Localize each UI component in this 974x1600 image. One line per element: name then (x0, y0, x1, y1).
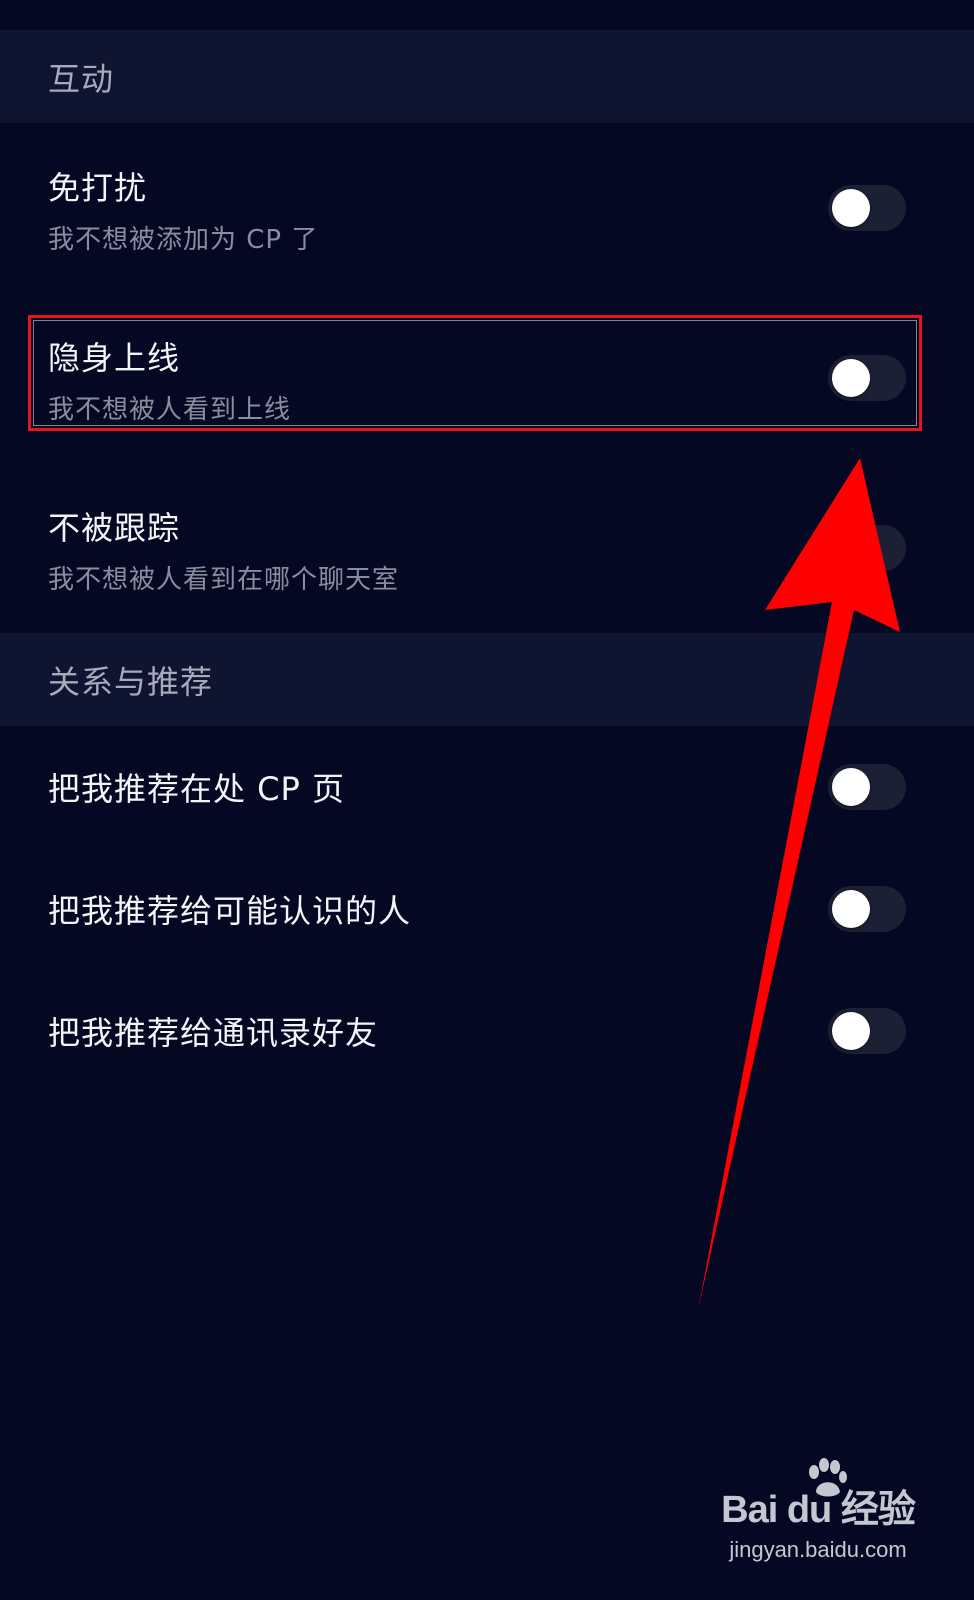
section-header-label: 互动 (48, 59, 115, 98)
no-tracking-toggle[interactable] (828, 525, 906, 571)
setting-subtitle: 我不想被添加为 CP 了 (48, 225, 319, 255)
invisible-online-toggle[interactable] (828, 355, 906, 401)
recommend-known-people-toggle[interactable] (828, 886, 906, 932)
watermark-logo: Bai du 经验 (721, 1489, 916, 1531)
recommend-cp-page-toggle[interactable] (828, 764, 906, 810)
toggle-knob (832, 359, 870, 397)
toggle-knob (832, 1012, 870, 1050)
setting-title: 隐身上线 (48, 339, 181, 377)
setting-title: 把我推荐给可能认识的人 (48, 892, 412, 930)
toggle-knob (832, 890, 870, 928)
do-not-disturb-toggle[interactable] (828, 185, 906, 231)
top-spacer (0, 0, 974, 30)
setting-title: 把我推荐给通讯录好友 (48, 1014, 379, 1052)
settings-page: 互动 免打扰 我不想被添加为 CP 了 隐身上线 我不想被人看到上线 不被跟踪 … (0, 0, 974, 1600)
toggle-knob (832, 189, 870, 227)
setting-row-no-tracking: 不被跟踪 我不想被人看到在哪个聊天室 (0, 463, 974, 633)
setting-subtitle: 我不想被人看到上线 (48, 395, 292, 425)
section-header-interaction: 互动 (0, 30, 974, 123)
setting-title: 免打扰 (48, 169, 148, 207)
toggle-knob (832, 768, 870, 806)
setting-row-recommend-contacts: 把我推荐给通讯录好友 (0, 970, 974, 1092)
setting-row-do-not-disturb: 免打扰 我不想被添加为 CP 了 (0, 123, 974, 293)
setting-subtitle: 我不想被人看到在哪个聊天室 (48, 565, 400, 595)
setting-row-invisible-online: 隐身上线 我不想被人看到上线 (0, 293, 974, 463)
watermark-url: jingyan.baidu.com (729, 1537, 907, 1562)
setting-row-recommend-cp-page: 把我推荐在处 CP 页 (0, 726, 974, 848)
recommend-contacts-toggle[interactable] (828, 1008, 906, 1054)
watermark: Bai du 经验 jingyan.baidu.com (718, 1458, 918, 1578)
setting-title: 把我推荐在处 CP 页 (48, 770, 345, 808)
setting-title: 不被跟踪 (48, 509, 181, 547)
section-header-relations: 关系与推荐 (0, 633, 974, 726)
setting-row-recommend-known-people: 把我推荐给可能认识的人 (0, 848, 974, 970)
section-header-label: 关系与推荐 (48, 662, 214, 701)
toggle-knob (832, 529, 870, 567)
